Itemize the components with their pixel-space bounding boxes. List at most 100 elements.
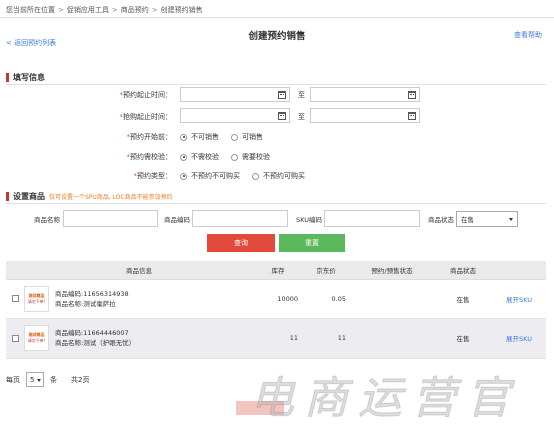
section-marker	[6, 73, 9, 82]
table-header-appt-status: 预约/预售状态	[350, 261, 434, 280]
radio-icon[interactable]	[252, 172, 259, 180]
goods-code: 商品编码:11656314938	[55, 289, 129, 298]
per-page-select[interactable]: 5	[26, 372, 44, 387]
to-label: 至	[298, 113, 305, 121]
breadcrumb-separator: >	[111, 6, 118, 14]
goods-code-input[interactable]	[192, 210, 288, 227]
radio-icon[interactable]	[180, 172, 187, 180]
section-title-text: 设置商品	[13, 192, 45, 201]
section-title-form: 填写信息	[6, 72, 45, 83]
divider	[6, 203, 546, 204]
breadcrumb-separator: >	[151, 6, 158, 14]
goods-status-select[interactable]: 在售	[456, 211, 518, 227]
table-header-goods-status: 商品状态	[434, 261, 492, 280]
radio-option[interactable]: 不预约可购买	[252, 171, 305, 181]
watermark: 电商运营官	[250, 373, 520, 425]
appointment-start-input[interactable]	[180, 87, 290, 102]
table-header-checkbox	[6, 261, 24, 280]
price-cell: 11	[302, 318, 350, 359]
table-header-row: 商品信息 库存 京东价 预约/预售状态 商品状态	[6, 261, 546, 280]
chevron-down-icon	[509, 218, 513, 221]
per-page-label: 每页	[6, 375, 20, 384]
section-hint: 仅可设置一个SPU商品, LOC商品不能参加预约	[49, 194, 173, 201]
appointment-type-label: *预约类型：	[133, 172, 173, 180]
pagination: 每页 5 条 共2页	[6, 372, 89, 387]
query-button[interactable]: 查询	[207, 234, 275, 252]
divider	[0, 17, 554, 18]
purchase-period-label: *抢购起止时间：	[119, 113, 173, 121]
breadcrumb: 您当前所在位置 > 促销应用工具 > 商品预约 > 创建预约销售	[6, 4, 203, 16]
breadcrumb-item[interactable]: 商品预约	[121, 5, 149, 15]
appointment-end-input[interactable]	[310, 87, 420, 102]
appt-status-cell	[350, 318, 434, 359]
goods-name: 商品名称:测试毫萨拉	[55, 299, 116, 308]
goods-name: 商品名称:测试（护眼无忧）	[55, 339, 136, 347]
divider	[6, 84, 546, 85]
back-to-list-link[interactable]: < 返回预约列表	[6, 38, 56, 48]
breadcrumb-separator: >	[58, 6, 64, 14]
table-row: 测试商品 请勿下单! 商品编码:11664446007 商品名称:测试（护眼无忧…	[6, 318, 546, 359]
goods-info: 测试商品 请勿下单! 商品编码:11656314938 商品名称:测试毫萨拉	[24, 285, 254, 312]
calendar-icon[interactable]	[278, 112, 286, 120]
radio-icon[interactable]	[180, 153, 187, 161]
calendar-icon[interactable]	[408, 112, 416, 120]
goods-thumbnail: 测试商品 请勿下单!	[24, 325, 49, 351]
goods-status-cell: 在售	[434, 279, 492, 319]
before-appointment-radio-group: 不可销售 可销售	[180, 132, 271, 142]
goods-code: 商品编码:11664446007	[55, 329, 129, 337]
section-title-text: 填写信息	[13, 73, 45, 82]
goods-name-label: 商品名称	[34, 216, 60, 224]
breadcrumb-item: 您当前所在位置	[6, 6, 55, 14]
breadcrumb-item: 创建预约销售	[160, 6, 203, 14]
radio-option[interactable]: 可销售	[231, 132, 263, 142]
radio-icon[interactable]	[231, 133, 238, 141]
page-title: 创建预约销售	[248, 31, 306, 42]
price-cell: 0.05	[302, 279, 350, 319]
stock-cell: 11	[254, 318, 302, 359]
verify-label: *预约需校验：	[126, 153, 173, 161]
goods-thumbnail: 测试商品 请勿下单!	[24, 285, 49, 312]
appt-status-cell	[350, 279, 434, 319]
help-link[interactable]: 查看帮助	[514, 30, 542, 40]
before-appointment-label: *预约开始前：	[126, 133, 173, 141]
calendar-icon[interactable]	[408, 91, 416, 99]
purchase-start-input[interactable]	[180, 108, 290, 123]
expand-sku-link[interactable]: 展开SKU	[492, 279, 546, 319]
reset-button[interactable]: 重置	[279, 234, 345, 252]
row-checkbox[interactable]	[12, 334, 19, 342]
sku-code-input[interactable]	[324, 210, 420, 227]
sku-code-label: SKU编码	[296, 216, 322, 224]
goods-table: 商品信息 库存 京东价 预约/预售状态 商品状态 测试商品 请勿下单! 商品编码…	[6, 261, 546, 359]
table-header-price: 京东价	[302, 261, 350, 280]
radio-icon[interactable]	[180, 133, 187, 141]
table-header-stock: 库存	[254, 261, 302, 280]
goods-code-label: 商品编码	[164, 216, 190, 224]
section-marker	[6, 192, 9, 201]
goods-name-input[interactable]	[63, 210, 158, 227]
appointment-type-radio-group: 不预约不可购买 不预约可购买	[180, 171, 313, 181]
chevron-down-icon	[37, 379, 41, 382]
verify-radio-group: 不需校验 需要校验	[180, 152, 278, 162]
per-page-unit: 条	[50, 375, 57, 384]
goods-status-cell: 在售	[434, 318, 492, 359]
goods-status-label: 商品状态	[428, 216, 454, 224]
radio-option[interactable]: 不可销售	[180, 132, 219, 142]
radio-option[interactable]: 需要校验	[231, 152, 270, 162]
calendar-icon[interactable]	[278, 91, 286, 99]
section-title-goods: 设置商品 仅可设置一个SPU商品, LOC商品不能参加预约	[6, 191, 173, 202]
to-label: 至	[298, 91, 305, 99]
radio-icon[interactable]	[231, 153, 238, 161]
appointment-period-label: *预约起止时间：	[119, 91, 173, 99]
goods-info: 测试商品 请勿下单! 商品编码:11664446007 商品名称:测试（护眼无忧…	[24, 325, 254, 351]
table-row: 测试商品 请勿下单! 商品编码:11656314938 商品名称:测试毫萨拉 1…	[6, 279, 546, 319]
radio-option[interactable]: 不预约不可购买	[180, 171, 240, 181]
breadcrumb-item[interactable]: 促销应用工具	[67, 5, 109, 15]
expand-sku-link[interactable]: 展开SKU	[492, 318, 546, 359]
row-checkbox[interactable]	[12, 295, 19, 302]
table-header-action	[492, 261, 546, 280]
radio-option[interactable]: 不需校验	[180, 152, 219, 162]
table-header-info: 商品信息	[24, 261, 254, 280]
stock-cell: 10000	[254, 279, 302, 319]
purchase-end-input[interactable]	[310, 108, 420, 123]
total-pages: 共2页	[71, 375, 90, 384]
